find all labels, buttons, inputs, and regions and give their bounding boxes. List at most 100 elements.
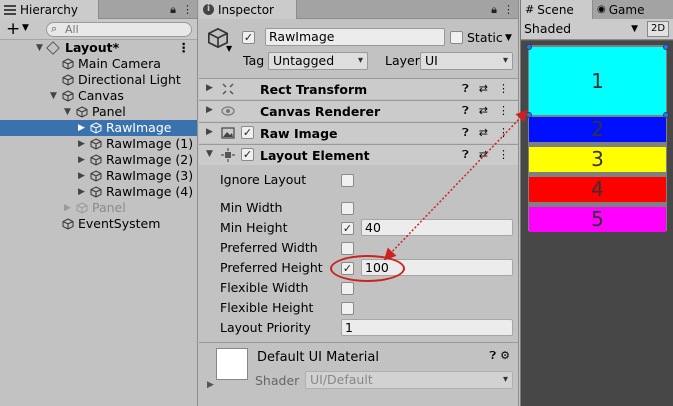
min-height-checkbox[interactable]: ✓ — [341, 222, 354, 235]
search-placeholder: All — [65, 23, 79, 36]
kebab-menu-icon[interactable]: ⋮ — [178, 40, 191, 56]
add-button[interactable]: + — [6, 19, 20, 39]
lock-icon[interactable]: 🔒︎ — [170, 3, 176, 17]
hierarchy-item-eventsystem[interactable]: EventSystem — [0, 216, 197, 232]
kebab-menu-icon[interactable]: ⋮ — [498, 104, 509, 118]
min-width-checkbox[interactable] — [341, 202, 354, 215]
scene-block-3[interactable]: 3 — [529, 147, 666, 172]
shader-dropdown[interactable]: UI/Default — [305, 371, 513, 389]
shader-value: UI/Default — [310, 372, 373, 387]
hierarchy-scene-layout[interactable]: ▼ Layout* ⋮ — [0, 40, 197, 56]
rect-handle-bottom-right[interactable] — [663, 112, 669, 118]
scene-block-2[interactable]: 2 — [529, 117, 666, 142]
tag-dropdown[interactable]: Untagged — [268, 52, 368, 70]
preferred-height-label: Preferred Height — [220, 260, 323, 275]
hierarchy-search-input[interactable]: ⌕ All — [46, 22, 192, 37]
preset-icon[interactable]: ⇄ — [479, 148, 488, 162]
hierarchy-item-panel[interactable]: ▼ Panel — [0, 104, 197, 120]
scene-block-label: 3 — [591, 147, 604, 171]
gameobject-icon — [62, 90, 74, 102]
image-icon — [221, 127, 235, 139]
static-label: Static — [467, 30, 503, 45]
kebab-menu-icon[interactable]: ⋮ — [498, 126, 509, 140]
scene-grid-icon: # — [525, 3, 535, 16]
annotation-highlight-ellipse — [330, 255, 405, 282]
preferred-width-label: Preferred Width — [220, 240, 318, 255]
component-rect-transform[interactable]: ▶ Rect Transform ❓︎ ⇄ ⋮ — [199, 78, 518, 99]
help-icon[interactable]: ❓︎ — [462, 104, 469, 118]
tab-hierarchy[interactable]: Hierarchy — [0, 0, 99, 19]
tab-game[interactable]: ◉ Game — [593, 0, 673, 19]
canvas-renderer-icon — [221, 106, 235, 116]
scene-viewport[interactable]: 1 2 3 4 5 — [521, 41, 673, 406]
hierarchy-item-rawimage-1[interactable]: ▶ RawImage (1) — [0, 136, 197, 152]
material-preview[interactable] — [216, 348, 248, 380]
toggle-2d-button[interactable]: 2D — [647, 21, 669, 37]
lock-icon[interactable]: 🔒︎ — [491, 3, 497, 17]
layout-element-icon — [221, 148, 235, 162]
kebab-menu-icon[interactable]: ⋮ — [498, 148, 509, 162]
flexible-height-checkbox[interactable] — [341, 302, 354, 315]
component-canvas-renderer[interactable]: ▶ Canvas Renderer ❓︎ ⇄ ⋮ — [199, 100, 518, 121]
help-icon[interactable]: ❓︎ — [462, 126, 469, 140]
layout-priority-input[interactable]: 1 — [341, 319, 513, 336]
gameobject-icon — [76, 106, 88, 118]
layout-element-enabled-checkbox[interactable]: ✓ — [241, 148, 254, 161]
help-icon[interactable]: ❓︎ — [462, 82, 469, 96]
hierarchy-item-rawimage[interactable]: ▶ RawImage — [0, 120, 197, 136]
component-raw-image[interactable]: ▶ ✓ Raw Image ❓︎ ⇄ ⋮ — [199, 122, 518, 143]
hierarchy-item-canvas[interactable]: ▼ Canvas — [0, 88, 197, 104]
preferred-width-checkbox[interactable] — [341, 242, 354, 255]
hierarchy-item-panel-inactive[interactable]: ▶ Panel — [0, 200, 197, 216]
chevron-down-icon[interactable]: ▼ — [22, 23, 29, 33]
gear-icon[interactable]: ⚙ — [500, 349, 510, 363]
tab-inspector[interactable]: i Inspector — [199, 0, 297, 19]
scene-block-5[interactable]: 5 — [529, 207, 666, 232]
ignore-layout-checkbox[interactable] — [341, 174, 354, 187]
shading-dropdown[interactable]: Shaded ▼ — [524, 20, 640, 38]
rect-handle-top-left[interactable] — [526, 44, 532, 50]
material-expand-arrow[interactable]: ▶ — [207, 380, 214, 390]
rect-handle-bottom-left[interactable] — [526, 112, 532, 118]
game-controller-icon: ◉ — [597, 4, 606, 15]
static-checkbox[interactable] — [450, 31, 463, 44]
preset-icon[interactable]: ⇄ — [479, 104, 488, 118]
info-icon: i — [203, 4, 214, 15]
hierarchy-item-directional-light[interactable]: Directional Light — [0, 72, 197, 88]
kebab-menu-icon[interactable]: ⋮ — [503, 3, 514, 16]
raw-image-enabled-checkbox[interactable]: ✓ — [241, 126, 254, 139]
kebab-menu-icon[interactable]: ⋮ — [182, 3, 193, 16]
active-checkbox[interactable]: ✓ — [242, 31, 255, 44]
preset-icon[interactable]: ⇄ — [479, 126, 488, 140]
gameobject-icon — [90, 122, 102, 134]
hierarchy-item-rawimage-4[interactable]: ▶ RawImage (4) — [0, 184, 197, 200]
chevron-down-icon[interactable]: ▼ — [226, 44, 232, 53]
object-name-field[interactable]: RawImage — [265, 28, 445, 46]
scene-block-1[interactable]: 1 — [529, 47, 666, 115]
min-width-label: Min Width — [220, 200, 283, 215]
tab-inspector-label: Inspector — [218, 2, 274, 17]
hierarchy-item-rawimage-2[interactable]: ▶ RawImage (2) — [0, 152, 197, 168]
hierarchy-item-main-camera[interactable]: Main Camera — [0, 56, 197, 72]
hierarchy-item-rawimage-3[interactable]: ▶ RawImage (3) — [0, 168, 197, 184]
tab-game-label: Game — [608, 2, 645, 17]
kebab-menu-icon[interactable]: ⋮ — [498, 82, 509, 96]
layer-dropdown[interactable]: UI — [420, 52, 513, 70]
tab-scene-label: Scene — [537, 2, 574, 17]
preset-icon[interactable]: ⇄ — [479, 82, 488, 96]
ignore-layout-label: Ignore Layout — [220, 172, 307, 187]
gameobject-icon — [76, 202, 88, 214]
help-icon[interactable]: ❓︎ — [490, 349, 497, 363]
chevron-down-icon: ▼ — [631, 24, 638, 34]
component-layout-element[interactable]: ▼ ✓ Layout Element ❓︎ ⇄ ⋮ — [199, 144, 518, 165]
min-height-input[interactable]: 40 — [361, 219, 513, 236]
rect-handle-top-right[interactable] — [663, 44, 669, 50]
static-dropdown-icon[interactable]: ▼ — [505, 33, 512, 43]
scene-block-4[interactable]: 4 — [529, 177, 666, 202]
material-header-icons: ❓︎ ⚙ — [490, 349, 511, 363]
tab-scene[interactable]: # Scene — [521, 0, 593, 19]
scene-tabbar: # Scene ◉ Game — [521, 0, 673, 19]
min-height-label: Min Height — [220, 220, 288, 235]
help-icon[interactable]: ❓︎ — [462, 148, 469, 162]
flexible-width-checkbox[interactable] — [341, 282, 354, 295]
